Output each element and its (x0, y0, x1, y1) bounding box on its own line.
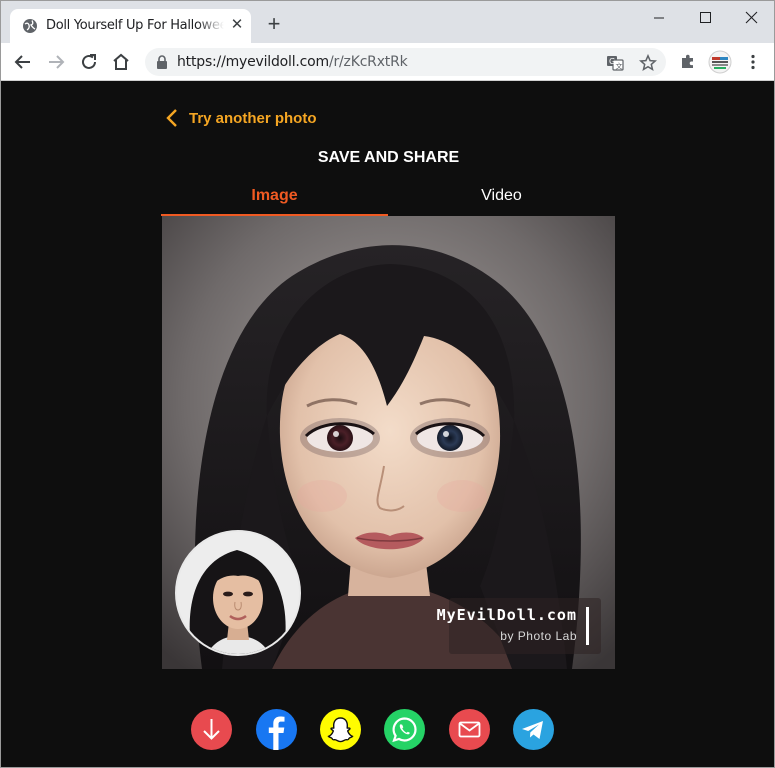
new-tab-button[interactable]: + (263, 13, 285, 36)
forward-arrow-icon[interactable] (44, 50, 68, 74)
whatsapp-share-button[interactable] (384, 709, 425, 750)
url-host: https://myevildoll.com (177, 54, 329, 70)
facebook-icon (256, 709, 297, 750)
media-tabs: Image Video (161, 183, 616, 216)
email-share-button[interactable] (449, 709, 490, 750)
close-tab-icon[interactable]: ✕ (229, 17, 245, 33)
watermark-brand: MyEvilDoll.com (436, 606, 577, 624)
svg-text:文: 文 (616, 62, 623, 71)
url-text: https://myevildoll.com/r/zKcRxtRk (177, 54, 408, 70)
telegram-share-button[interactable] (513, 709, 554, 750)
profile-avatar-icon[interactable] (708, 50, 732, 74)
back-arrow-icon[interactable] (11, 50, 35, 74)
snapchat-share-button[interactable] (320, 709, 361, 750)
browser-window: Doll Yourself Up For Halloween ✕ + https… (0, 0, 775, 768)
browser-toolbar: https://myevildoll.com/r/zKcRxtRk G 文 (1, 43, 774, 81)
reload-icon[interactable] (77, 50, 101, 74)
back-link-label: Try another photo (189, 109, 317, 127)
url-path: /r/zKcRxtRk (328, 54, 408, 70)
translate-icon[interactable]: G 文 (606, 54, 624, 72)
tab-video[interactable]: Video (388, 183, 615, 216)
lock-icon (157, 55, 167, 69)
result-image: MyEvilDoll.com by Photo Lab (162, 216, 615, 669)
home-icon[interactable] (109, 50, 133, 74)
original-portrait (177, 532, 299, 654)
telegram-icon (513, 709, 554, 750)
try-another-photo-link[interactable]: Try another photo (165, 106, 317, 130)
original-photo-thumbnail (175, 530, 301, 656)
page-content: Try another photo SAVE AND SHARE Image V… (1, 81, 774, 767)
watermark-bar (586, 607, 589, 645)
watermark-subtitle: by Photo Lab (500, 629, 577, 643)
whatsapp-icon (384, 709, 425, 750)
download-icon (191, 709, 232, 750)
svg-text:G: G (609, 57, 615, 66)
tab-title: Doll Yourself Up For Halloween (46, 18, 224, 33)
tab-image[interactable]: Image (161, 183, 388, 216)
browser-tab[interactable]: Doll Yourself Up For Halloween ✕ (10, 9, 251, 43)
download-button[interactable] (191, 709, 232, 750)
watermark: MyEvilDoll.com by Photo Lab (437, 598, 601, 654)
maximize-icon[interactable] (682, 5, 728, 31)
more-vertical-icon[interactable] (743, 52, 763, 72)
facebook-share-button[interactable] (256, 709, 297, 750)
tab-strip: Doll Yourself Up For Halloween ✕ + (1, 1, 774, 43)
close-window-icon[interactable] (728, 5, 774, 31)
share-buttons (1, 709, 774, 751)
star-icon[interactable] (639, 54, 657, 72)
globe-icon (23, 19, 37, 33)
extensions-puzzle-icon[interactable] (678, 52, 698, 72)
minimize-icon[interactable] (636, 5, 682, 31)
page-title: SAVE AND SHARE (317, 149, 460, 166)
chevron-left-icon (166, 109, 177, 127)
email-icon (449, 709, 490, 750)
address-bar[interactable]: https://myevildoll.com/r/zKcRxtRk G 文 (145, 48, 666, 76)
snapchat-icon (320, 709, 361, 750)
